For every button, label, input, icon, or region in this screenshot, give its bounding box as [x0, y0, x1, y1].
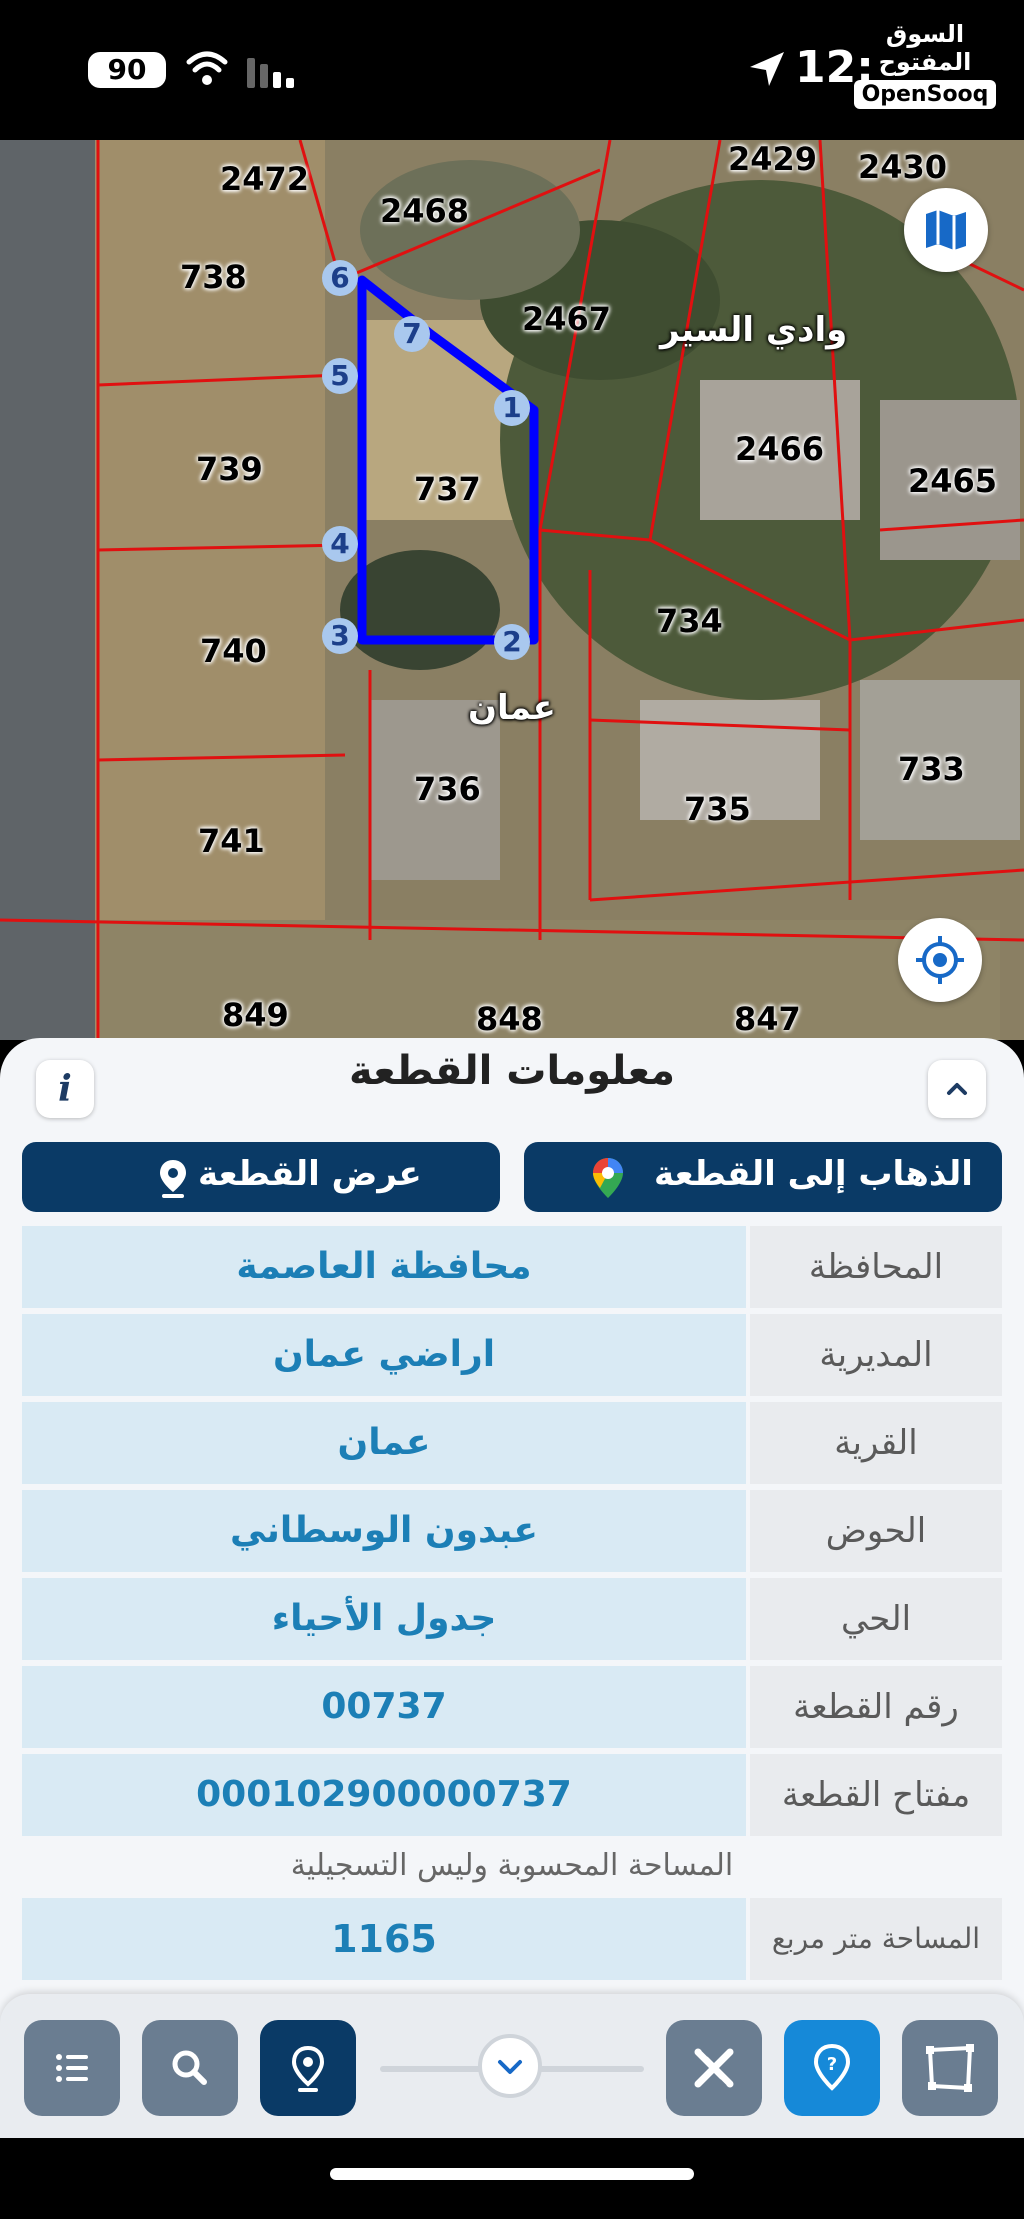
- parcel-label: 740: [200, 632, 267, 670]
- chevron-up-icon: [947, 1083, 967, 1095]
- detail-value: جدول الأحياء: [22, 1578, 746, 1660]
- parcel-vertex: 4: [322, 526, 358, 562]
- area-note: المساحة المحسوبة وليس التسجيلية: [290, 1848, 734, 1883]
- area-name-label: وادي السير: [660, 310, 848, 350]
- detail-row: عبدون الوسطاني الحوض: [22, 1490, 1002, 1572]
- detail-value: اراضي عمان: [22, 1314, 746, 1396]
- parcel-vertex: 2: [494, 624, 530, 660]
- detail-value: عبدون الوسطاني: [22, 1490, 746, 1572]
- parcel-label: 2468: [380, 192, 470, 230]
- sheet-title: معلومات القطعة: [349, 1048, 675, 1094]
- parcel-vertex: 6: [322, 260, 358, 296]
- go-to-parcel-button[interactable]: الذهاب إلى القطعة: [524, 1142, 1002, 1212]
- map-layers-icon: [926, 210, 966, 250]
- crosshair-icon: [916, 936, 964, 984]
- cadastral-map[interactable]: 2472 2468 2429 2430 738 2467 2466 2465 7…: [0, 140, 1024, 1040]
- parcel-label: 733: [898, 750, 965, 788]
- bottom-toolbar: ?: [0, 1994, 1024, 2138]
- battery-indicator: 90: [88, 52, 166, 88]
- area-value: 1165: [22, 1898, 746, 1980]
- parcel-label: 2465: [908, 462, 998, 500]
- parcel-label: 739: [196, 450, 263, 488]
- parcel-label: 2466: [735, 430, 825, 468]
- area-label: المساحة متر مربع: [750, 1898, 1002, 1980]
- parcel-label: 849: [222, 996, 289, 1034]
- detail-value: 000102900000737: [22, 1754, 746, 1836]
- wifi-icon: [186, 51, 228, 85]
- location-arrow-icon: [750, 52, 784, 86]
- satellite-imagery: [0, 140, 1024, 1040]
- detail-label: الحوض: [750, 1490, 1002, 1572]
- view-parcel-button[interactable]: عرض القطعة: [22, 1142, 500, 1212]
- parcel-label: 848: [476, 1000, 543, 1038]
- detail-label: رقم القطعة: [750, 1666, 1002, 1748]
- opensooq-watermark: السوق المفتوح OpenSooq: [850, 20, 1000, 109]
- parcel-label: 738: [180, 258, 247, 296]
- detail-value: عمان: [22, 1402, 746, 1484]
- detail-label: المديرية: [750, 1314, 1002, 1396]
- detail-row: محافظة العاصمة المحافظة: [22, 1226, 1002, 1308]
- status-bar: 90 12: السوق المفتوح OpenSooq: [0, 0, 1024, 140]
- go-to-parcel-label: الذهاب إلى القطعة: [654, 1154, 973, 1194]
- parcel-label: 735: [684, 790, 751, 828]
- parcel-label: 847: [734, 1000, 801, 1038]
- area-row: 1165 المساحة متر مربع: [22, 1898, 1002, 1980]
- detail-row: جدول الأحياء الحي: [22, 1578, 1002, 1660]
- google-maps-icon: [593, 1158, 623, 1198]
- detail-row: اراضي عمان المديرية: [22, 1314, 1002, 1396]
- svg-text:?: ?: [827, 2054, 837, 2075]
- collapse-sheet-button[interactable]: [928, 1060, 986, 1118]
- parcel-label: 734: [656, 602, 723, 640]
- parcel-vertex: 3: [322, 618, 358, 654]
- home-indicator-area: [0, 2138, 1024, 2219]
- list-button[interactable]: [24, 2020, 120, 2116]
- parcel-details-table: محافظة العاصمة المحافظة اراضي عمان المدي…: [22, 1226, 1002, 1842]
- detail-row: عمان القرية: [22, 1402, 1002, 1484]
- parcel-label: 736: [414, 770, 481, 808]
- detail-value: 00737: [22, 1666, 746, 1748]
- help-pin-icon: ?: [813, 2043, 851, 2091]
- polygon-select-icon: [926, 2044, 974, 2092]
- parcel-info-sheet: i معلومات القطعة عرض القطعة الذهاب إلى ا…: [0, 1038, 1024, 2138]
- help-pin-button[interactable]: ?: [784, 2020, 880, 2116]
- list-icon: [56, 2054, 88, 2082]
- watermark-english: OpenSooq: [853, 80, 997, 109]
- parcel-label: 2429: [728, 140, 818, 178]
- cellular-signal-icon: [247, 58, 294, 88]
- measure-tool-button[interactable]: [666, 2020, 762, 2116]
- sheet-slider-knob[interactable]: [478, 2034, 542, 2098]
- home-indicator[interactable]: [330, 2168, 694, 2180]
- parcel-vertex: 7: [394, 316, 430, 352]
- parcel-pin-icon: [291, 2045, 325, 2092]
- parcel-vertex: 1: [494, 390, 530, 426]
- polygon-select-button[interactable]: [902, 2020, 998, 2116]
- detail-value: محافظة العاصمة: [22, 1226, 746, 1308]
- expand-chevron-icon: [498, 2060, 522, 2074]
- view-parcel-label: عرض القطعة: [198, 1154, 422, 1194]
- parcel-label: 737: [414, 470, 481, 508]
- measure-tool-icon: [694, 2048, 734, 2088]
- parcel-label: 2467: [522, 300, 612, 338]
- parcel-pin-button[interactable]: [260, 2020, 356, 2116]
- detail-label: القرية: [750, 1402, 1002, 1484]
- search-button[interactable]: [142, 2020, 238, 2116]
- parcel-vertex: 5: [322, 358, 358, 394]
- parcel-label: 2430: [858, 148, 948, 186]
- detail-row: 000102900000737 مفتاح القطعة: [22, 1754, 1002, 1836]
- my-location-button[interactable]: [898, 918, 982, 1002]
- area-name-label: عمان: [468, 688, 556, 728]
- detail-label: المحافظة: [750, 1226, 1002, 1308]
- detail-row: 00737 رقم القطعة: [22, 1666, 1002, 1748]
- detail-label: الحي: [750, 1578, 1002, 1660]
- detail-label: مفتاح القطعة: [750, 1754, 1002, 1836]
- map-layers-button[interactable]: [904, 188, 988, 272]
- watermark-arabic: السوق المفتوح: [878, 20, 972, 76]
- location-pin-icon: [160, 1160, 186, 1198]
- parcel-label: 741: [198, 822, 265, 860]
- search-icon: [172, 2050, 207, 2085]
- parcel-label: 2472: [220, 160, 310, 198]
